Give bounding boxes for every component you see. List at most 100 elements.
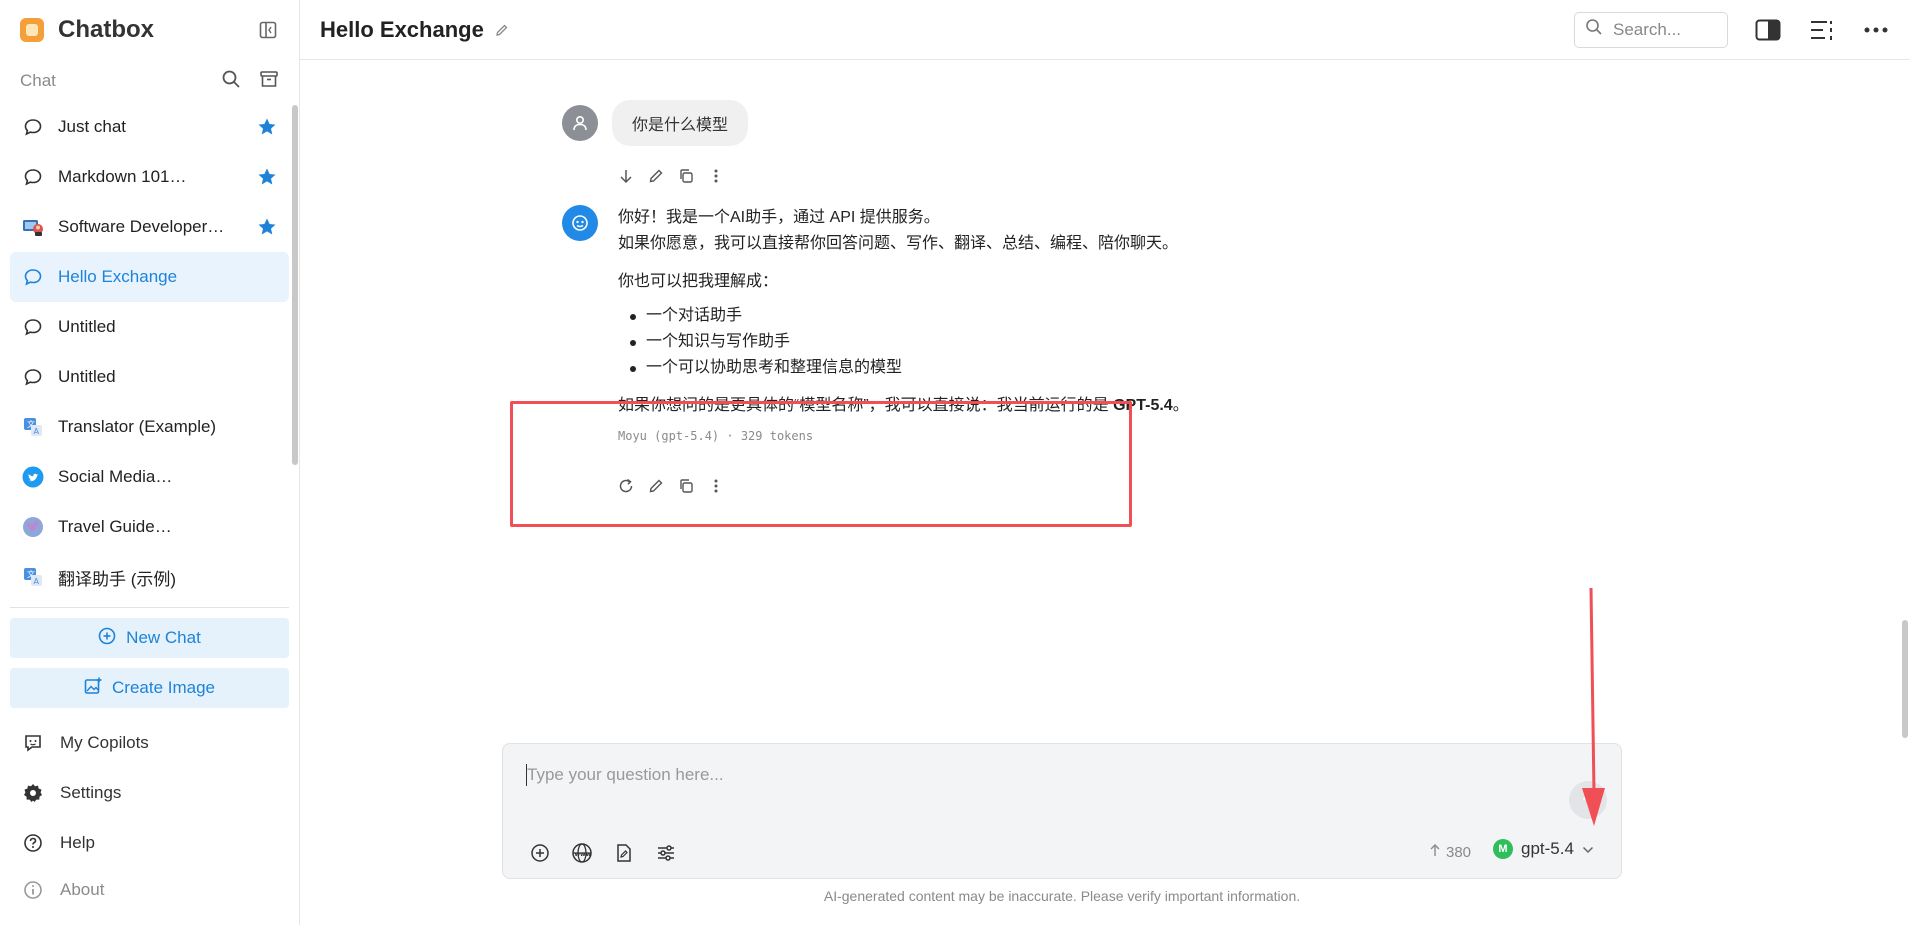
app-window: Chatbox Chat Just chat Markdown 101… Sof… — [0, 0, 1910, 925]
sliders-icon[interactable] — [655, 842, 677, 864]
message-composer[interactable]: Type your question here... www 380 M gpt… — [502, 743, 1622, 879]
chat-item[interactable]: 文A Translator (Example) — [10, 402, 289, 452]
chat-list: Just chat Markdown 101… Software Develop… — [0, 102, 299, 597]
nav-my-copilots[interactable]: My Copilots — [0, 718, 299, 768]
assistant-text-line: 你也可以把我理解成： — [618, 273, 779, 290]
attach-plus-icon[interactable] — [529, 842, 551, 864]
chat-item[interactable]: Markdown 101… — [10, 152, 289, 202]
star-icon[interactable] — [257, 217, 277, 237]
archive-icon[interactable] — [259, 69, 279, 94]
translate-icon: 文A — [22, 566, 44, 588]
chat-item[interactable]: Untitled — [10, 352, 289, 402]
model-name: gpt-5.4 — [1521, 839, 1574, 858]
arrow-down-icon[interactable] — [618, 168, 634, 184]
chevron-down-icon — [1582, 839, 1594, 859]
chat-bubble-icon — [22, 366, 44, 388]
chat-item-label: Travel Guide… — [58, 517, 172, 536]
message-input-placeholder[interactable]: Type your question here... — [527, 765, 724, 785]
chat-item[interactable]: Just chat — [10, 102, 289, 152]
chat-bubble-icon — [22, 316, 44, 338]
sidebar-scrollbar[interactable] — [292, 105, 298, 465]
bullet-item: 一个可以协助思考和整理信息的模型 — [630, 355, 1298, 381]
user-message: 你是什么模型 — [562, 100, 749, 146]
search-input[interactable]: Search... — [1574, 11, 1728, 48]
svg-text:www: www — [575, 851, 592, 858]
chat-bubble-icon — [22, 166, 44, 188]
chat-item[interactable]: 文A 翻译助手 (示例) — [10, 552, 289, 597]
copilot-icon — [22, 732, 44, 754]
bullet-item: 一个对话助手 — [630, 303, 1298, 329]
assistant-avatar — [562, 205, 598, 241]
svg-text:A: A — [34, 427, 40, 436]
user-avatar — [562, 105, 598, 141]
nav-label: Settings — [60, 783, 122, 802]
sidebar-divider — [10, 607, 289, 608]
chatbox-logo-icon — [20, 18, 44, 42]
new-chat-label: New Chat — [126, 628, 201, 647]
nav-about[interactable]: About — [0, 868, 299, 912]
twitter-icon — [22, 466, 44, 488]
edit-icon[interactable] — [648, 168, 664, 184]
page-title: Hello Exchange — [320, 16, 484, 42]
arrow-up-icon — [1429, 843, 1441, 861]
ai-disclaimer: AI-generated content may be inaccurate. … — [823, 888, 1301, 904]
chat-item[interactable]: Social Media… — [10, 452, 289, 502]
chat-item-label: Untitled — [58, 317, 116, 336]
chat-bubble-icon — [22, 116, 44, 138]
annotation-highlight-box — [510, 401, 1132, 527]
search-placeholder: Search... — [1613, 19, 1682, 39]
star-icon[interactable] — [257, 167, 277, 187]
chat-item[interactable]: Travel Guide… — [10, 502, 289, 552]
search-chats-icon[interactable] — [221, 69, 241, 94]
split-view-icon[interactable] — [1754, 16, 1782, 44]
globe-avatar-icon — [22, 516, 44, 538]
chat-item-label: Hello Exchange — [58, 267, 178, 286]
sidebar-collapse-icon[interactable] — [257, 19, 279, 41]
assistant-bullet-list: 一个对话助手 一个知识与写作助手 一个可以协助思考和整理信息的模型 — [618, 303, 1298, 381]
more-vertical-icon[interactable] — [708, 168, 724, 184]
translate-icon: 文A — [22, 416, 44, 438]
app-title: Chatbox — [58, 16, 154, 43]
info-icon — [22, 879, 44, 901]
final-suffix: 。 — [1172, 397, 1189, 414]
nav-help[interactable]: Help — [0, 818, 299, 868]
web-browse-icon[interactable]: www — [571, 842, 593, 864]
main-panel: Hello Exchange Search... 你是什么模型 你好！我是一个A… — [300, 0, 1910, 925]
more-options-icon[interactable] — [1862, 16, 1890, 44]
assistant-text-line: 如果你愿意，我可以直接帮你回答问题、写作、翻译、总结、编程、陪你聊天。 — [618, 235, 1179, 252]
chat-item-label: 翻译助手 (示例) — [58, 569, 177, 589]
star-icon[interactable] — [257, 117, 277, 137]
chat-item-label: Software Developer… — [58, 217, 225, 236]
top-bar: Hello Exchange Search... — [300, 0, 1910, 60]
developer-avatar-icon — [22, 216, 44, 238]
chat-item-label: Just chat — [58, 117, 127, 136]
nav-settings[interactable]: Settings — [0, 768, 299, 818]
user-message-bubble: 你是什么模型 — [612, 100, 749, 146]
create-image-label: Create Image — [112, 678, 215, 697]
chat-item[interactable]: Untitled — [10, 302, 289, 352]
chat-item[interactable]: Software Developer… — [10, 202, 289, 252]
annotation-arrow — [1582, 588, 1605, 826]
file-edit-icon[interactable] — [613, 842, 635, 864]
copy-icon[interactable] — [678, 168, 694, 184]
new-chat-button[interactable]: New Chat — [10, 618, 289, 658]
assistant-text-line: 你好！我是一个AI助手，通过 API 提供服务。 — [618, 209, 940, 226]
chat-item-active[interactable]: Hello Exchange — [10, 252, 289, 302]
chat-bubble-icon — [22, 266, 44, 288]
chat-section-header: Chat — [0, 60, 299, 102]
model-selector[interactable]: M gpt-5.4 — [1493, 839, 1594, 859]
nav-label: Help — [60, 833, 95, 852]
nav-label: My Copilots — [60, 733, 149, 752]
chat-item-label: Markdown 101… — [58, 167, 187, 186]
chat-item-label: Untitled — [58, 367, 116, 386]
edit-title-icon[interactable] — [494, 22, 510, 38]
gear-icon — [22, 782, 44, 804]
main-scrollbar[interactable] — [1902, 620, 1908, 738]
token-count-value: 380 — [1446, 843, 1472, 861]
create-image-button[interactable]: Create Image — [10, 668, 289, 708]
chat-item-label: Social Media… — [58, 467, 173, 486]
chat-section-label: Chat — [20, 71, 56, 90]
bullet-item: 一个知识与写作助手 — [630, 329, 1298, 355]
outline-list-icon[interactable] — [1808, 16, 1836, 44]
model-badge-icon: M — [1493, 839, 1513, 859]
